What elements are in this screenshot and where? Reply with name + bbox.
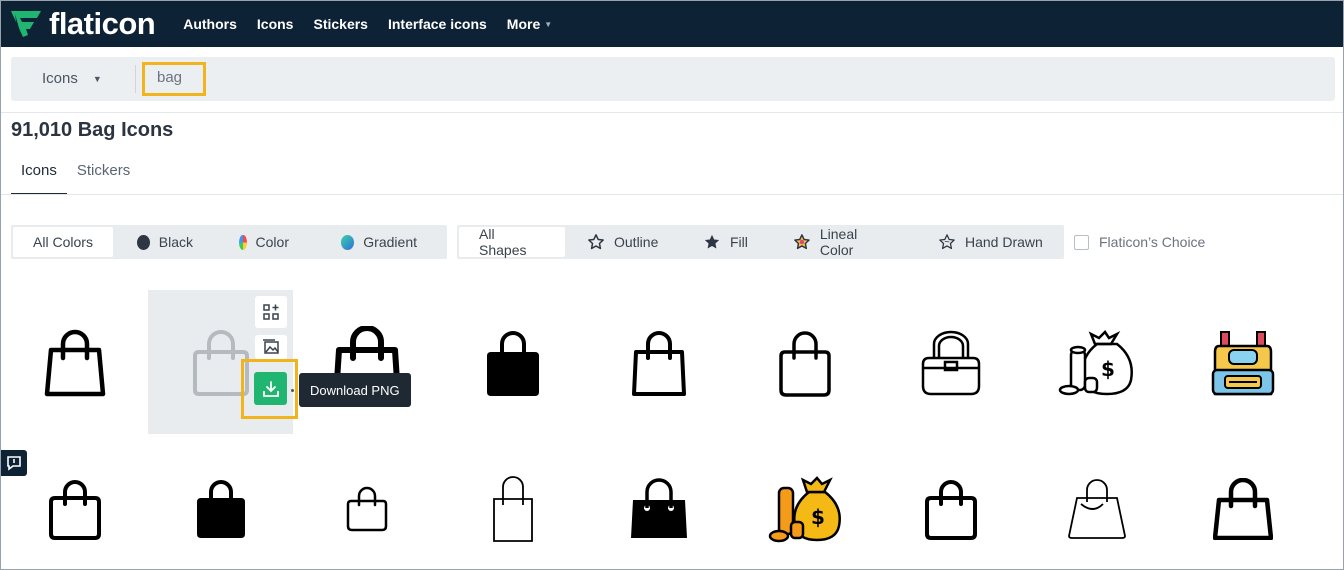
flaticon-choice-label: Flaticon’s Choice	[1099, 234, 1206, 250]
results-title: 91,010 Bag Icons	[11, 119, 174, 141]
icon-result[interactable]	[911, 469, 991, 549]
icon-result[interactable]	[35, 469, 115, 549]
tooltip-pointer	[291, 389, 294, 392]
shopping-bag-icon	[1068, 479, 1126, 539]
icon-result[interactable]: $	[765, 469, 845, 549]
add-collection-icon	[263, 304, 279, 320]
filter-outline[interactable]: Outline	[565, 227, 683, 257]
tab-stickers[interactable]: Stickers	[67, 153, 140, 195]
filter-black[interactable]: Black	[113, 227, 213, 257]
color-filter-group: All Colors Black Color Gradient	[11, 225, 447, 259]
icon-result[interactable]	[181, 469, 261, 549]
filter-hand-drawn[interactable]: Hand Drawn	[914, 227, 1064, 257]
top-navbar: flaticon Authors Icons Stickers Interfac…	[1, 1, 1343, 47]
shopping-bag-icon	[1213, 478, 1273, 540]
filter-fill-label: Fill	[730, 234, 748, 250]
icon-result[interactable]	[473, 323, 553, 403]
svg-text:$: $	[1101, 357, 1115, 381]
filter-lineal-color-label: Lineal Color	[819, 226, 858, 258]
star-fill-icon	[704, 234, 720, 249]
icon-result[interactable]	[1057, 469, 1137, 549]
flaticon-logo[interactable]: flaticon	[9, 1, 156, 47]
filter-all-shapes[interactable]: All Shapes	[459, 226, 565, 258]
icon-result[interactable]	[1203, 469, 1283, 549]
nav-stickers[interactable]: Stickers	[313, 16, 367, 32]
nav-icons[interactable]: Icons	[257, 16, 294, 32]
money-bag-icon: $	[1058, 330, 1133, 396]
search-type-label: Icons	[42, 70, 78, 87]
handbag-icon	[921, 330, 981, 396]
add-to-collection-button[interactable]	[255, 296, 287, 328]
icon-result[interactable]	[619, 323, 699, 403]
filter-all-colors[interactable]: All Colors	[13, 227, 113, 257]
shopping-bag-icon	[44, 329, 106, 397]
filter-outline-label: Outline	[614, 234, 659, 250]
filter-black-label: Black	[158, 234, 193, 250]
money-bag-icon: $	[768, 476, 841, 543]
star-outline-icon	[588, 234, 604, 250]
filter-color[interactable]: Color	[213, 227, 309, 257]
icon-result[interactable]	[911, 323, 991, 403]
shape-filter-group: All Shapes Outline Fill Lineal Color Han…	[457, 225, 1064, 259]
flaticon-choice-checkbox[interactable]	[1074, 234, 1089, 250]
caret-down-icon: ▼	[92, 73, 102, 84]
star-color-icon	[794, 234, 810, 250]
gradient-dot-icon	[341, 234, 355, 250]
icon-result[interactable]	[35, 323, 115, 403]
shopping-bag-icon	[779, 331, 831, 397]
shopping-bag-icon	[632, 331, 686, 396]
filter-lineal-color[interactable]: Lineal Color	[769, 226, 914, 258]
icon-result[interactable]	[619, 469, 699, 549]
divider	[1, 112, 1343, 113]
shopping-bag-icon	[493, 476, 533, 542]
icon-result[interactable]	[327, 469, 407, 549]
star-hand-drawn-icon	[939, 234, 955, 250]
nav-authors[interactable]: Authors	[183, 16, 237, 32]
shopping-bag-icon	[49, 480, 101, 540]
nav-more-label: More	[506, 16, 541, 32]
icon-result[interactable]	[1203, 323, 1283, 403]
search-type-select[interactable]: Icons ▼	[42, 70, 102, 87]
black-dot-icon	[137, 234, 150, 250]
nav-interface-icons[interactable]: Interface icons	[388, 16, 487, 32]
divider	[1, 194, 1343, 195]
tab-icons[interactable]: Icons	[11, 153, 67, 195]
divider	[135, 65, 136, 93]
svg-text:$: $	[811, 505, 825, 529]
chevron-down-icon: ▼	[544, 19, 553, 29]
search-input[interactable]: bag	[142, 62, 206, 96]
nav-more[interactable]: More ▼	[507, 16, 552, 32]
result-tabs: Icons Stickers	[11, 153, 140, 195]
filter-hand-drawn-label: Hand Drawn	[965, 234, 1043, 250]
shopping-bag-icon	[197, 480, 245, 538]
feedback-icon	[7, 456, 21, 471]
icon-result[interactable]	[765, 323, 845, 403]
filter-gradient[interactable]: Gradient	[309, 227, 437, 257]
shopping-bag-icon	[925, 480, 977, 540]
icon-result[interactable]	[473, 469, 553, 549]
flaticon-logo-icon	[11, 11, 41, 37]
search-bar: Icons ▼ bag	[11, 57, 1335, 101]
page: flaticon Authors Icons Stickers Interfac…	[0, 0, 1344, 570]
edit-icon-button[interactable]	[255, 335, 287, 359]
color-wheel-icon	[239, 234, 247, 250]
download-icon	[262, 380, 279, 397]
filter-color-label: Color	[255, 234, 289, 250]
icon-result[interactable]: $	[1057, 323, 1137, 403]
filter-fill[interactable]: Fill	[683, 227, 769, 257]
brand-name: flaticon	[49, 6, 156, 41]
filter-gradient-label: Gradient	[363, 234, 417, 250]
backpack-icon	[1211, 331, 1275, 396]
shopping-bag-icon	[346, 486, 388, 532]
image-icon	[263, 339, 279, 354]
download-png-button[interactable]	[254, 372, 287, 405]
tooltip-download-png: Download PNG	[299, 373, 411, 407]
flaticon-choice-filter[interactable]: Flaticon’s Choice	[1074, 234, 1205, 250]
shopping-bag-icon	[487, 331, 539, 396]
feedback-button[interactable]	[1, 450, 27, 476]
main-nav: Authors Icons Stickers Interface icons M…	[183, 16, 572, 32]
shopping-bag-icon	[631, 478, 687, 538]
